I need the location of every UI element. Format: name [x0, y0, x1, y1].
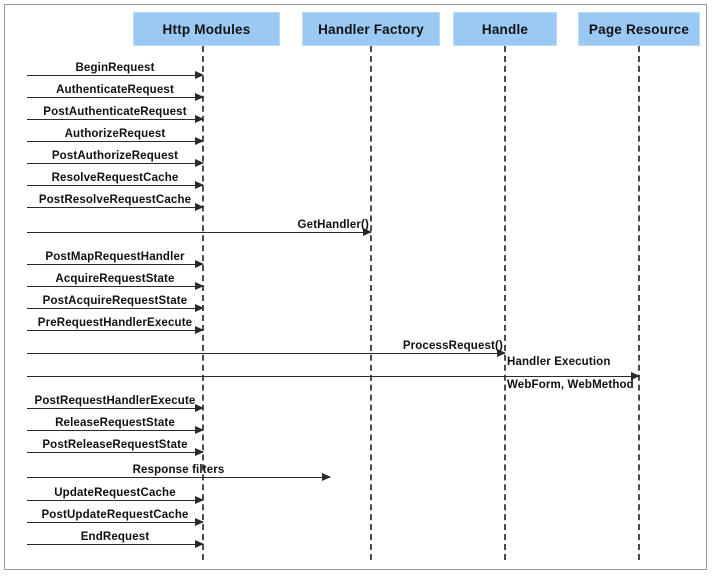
message-line [27, 207, 203, 208]
arrowhead-icon [195, 203, 204, 211]
sequence-diagram-canvas: Http Modules Handler Factory Handle Page Re… [0, 0, 712, 577]
message-line [27, 264, 203, 265]
message-arrow: ResolveRequestCache [27, 172, 204, 189]
lifeline-page-resource [638, 46, 640, 560]
arrowhead-icon [195, 326, 204, 334]
arrowhead-icon [195, 181, 204, 189]
arrowhead-icon [322, 473, 331, 481]
message-arrow: PostAuthenticateRequest [27, 106, 204, 123]
participant-box-handler-factory[interactable]: Handler Factory [302, 12, 440, 46]
arrowhead-icon [195, 137, 204, 145]
message-label: ReleaseRequestState [55, 417, 175, 429]
diagram-note: Handler Execution [507, 356, 611, 368]
arrowhead-icon [195, 93, 204, 101]
message-line [27, 376, 639, 377]
message-arrow: PostReleaseRequestState [27, 439, 204, 456]
arrowhead-icon [195, 260, 204, 268]
message-label: Response filters [132, 464, 225, 476]
message-line [27, 97, 203, 98]
message-label: AuthenticateRequest [56, 84, 174, 96]
message-label: AuthorizeRequest [64, 128, 166, 140]
participant-box-handle[interactable]: Handle [453, 12, 557, 46]
message-label: ResolveRequestCache [51, 172, 179, 184]
message-arrow: PostResolveRequestCache [27, 194, 204, 211]
message-arrow: PostRequestHandlerExecute [27, 395, 204, 412]
message-line [27, 119, 203, 120]
message-arrow: PostAuthorizeRequest [27, 150, 204, 167]
lifeline-handle [504, 46, 506, 560]
message-arrow: PostMapRequestHandler [27, 251, 204, 268]
arrowhead-icon [195, 159, 204, 167]
message-label: PostAuthenticateRequest [43, 106, 187, 118]
message-label: EndRequest [80, 531, 150, 543]
participant-box-page-resource[interactable]: Page Resource [578, 12, 700, 46]
message-label: UpdateRequestCache [54, 487, 176, 499]
participant-label-handler-factory: Handler Factory [318, 21, 424, 37]
message-label: PostUpdateRequestCache [41, 509, 189, 521]
participant-label-page-resource: Page Resource [588, 21, 690, 37]
message-label: PostReleaseRequestState [42, 439, 188, 451]
arrowhead-icon [195, 426, 204, 434]
participant-label-http-modules: Http Modules [162, 21, 251, 37]
message-arrow: BeginRequest [27, 62, 204, 79]
message-label: PostRequestHandlerExecute [34, 395, 196, 407]
message-line [27, 544, 203, 545]
message-arrow [27, 372, 640, 380]
participant-box-http-modules[interactable]: Http Modules [133, 12, 280, 46]
message-line [27, 522, 203, 523]
arrowhead-icon [195, 518, 204, 526]
message-arrow: PreRequestHandlerExecute [27, 317, 204, 334]
message-line [27, 141, 203, 142]
message-arrow: UpdateRequestCache [27, 487, 204, 504]
arrowhead-icon [195, 496, 204, 504]
lifeline-handler-factory [370, 46, 372, 560]
message-label: GetHandler() [297, 219, 369, 231]
message-label: PostAcquireRequestState [42, 295, 188, 307]
diagram-note: WebForm, WebMethod [507, 379, 634, 391]
message-label: PostAuthorizeRequest [51, 150, 179, 162]
message-label: PostResolveRequestCache [38, 194, 192, 206]
message-arrow: ProcessRequest() [27, 340, 506, 357]
arrowhead-icon [195, 71, 204, 79]
message-line [27, 163, 203, 164]
message-arrow: EndRequest [27, 531, 204, 548]
message-line [27, 452, 203, 453]
message-label: BeginRequest [75, 62, 155, 74]
lifeline-http-modules [202, 46, 204, 560]
message-line [27, 232, 371, 233]
participant-label-handle: Handle [481, 21, 529, 37]
message-arrow: AcquireRequestState [27, 273, 204, 290]
message-line [27, 75, 203, 76]
message-arrow: AuthorizeRequest [27, 128, 204, 145]
arrowhead-icon [195, 448, 204, 456]
arrowhead-icon [195, 282, 204, 290]
message-line [27, 286, 203, 287]
message-label: ProcessRequest() [402, 340, 503, 352]
message-line [27, 477, 330, 478]
message-line [27, 408, 203, 409]
message-arrow: PostAcquireRequestState [27, 295, 204, 312]
message-line [27, 308, 203, 309]
message-arrow: AuthenticateRequest [27, 84, 204, 101]
message-line [27, 330, 203, 331]
message-line [27, 185, 203, 186]
message-arrow: GetHandler() [27, 219, 372, 236]
message-line [27, 430, 203, 431]
arrowhead-icon [195, 304, 204, 312]
message-label: PostMapRequestHandler [45, 251, 185, 263]
arrowhead-icon [195, 540, 204, 548]
message-arrow: PostUpdateRequestCache [27, 509, 204, 526]
message-label: PreRequestHandlerExecute [37, 317, 193, 329]
message-label: AcquireRequestState [55, 273, 175, 285]
message-arrow: ReleaseRequestState [27, 417, 204, 434]
arrowhead-icon [195, 115, 204, 123]
message-line [27, 500, 203, 501]
arrowhead-icon [195, 404, 204, 412]
message-arrow: Response filters [27, 464, 331, 481]
message-line [27, 353, 505, 354]
